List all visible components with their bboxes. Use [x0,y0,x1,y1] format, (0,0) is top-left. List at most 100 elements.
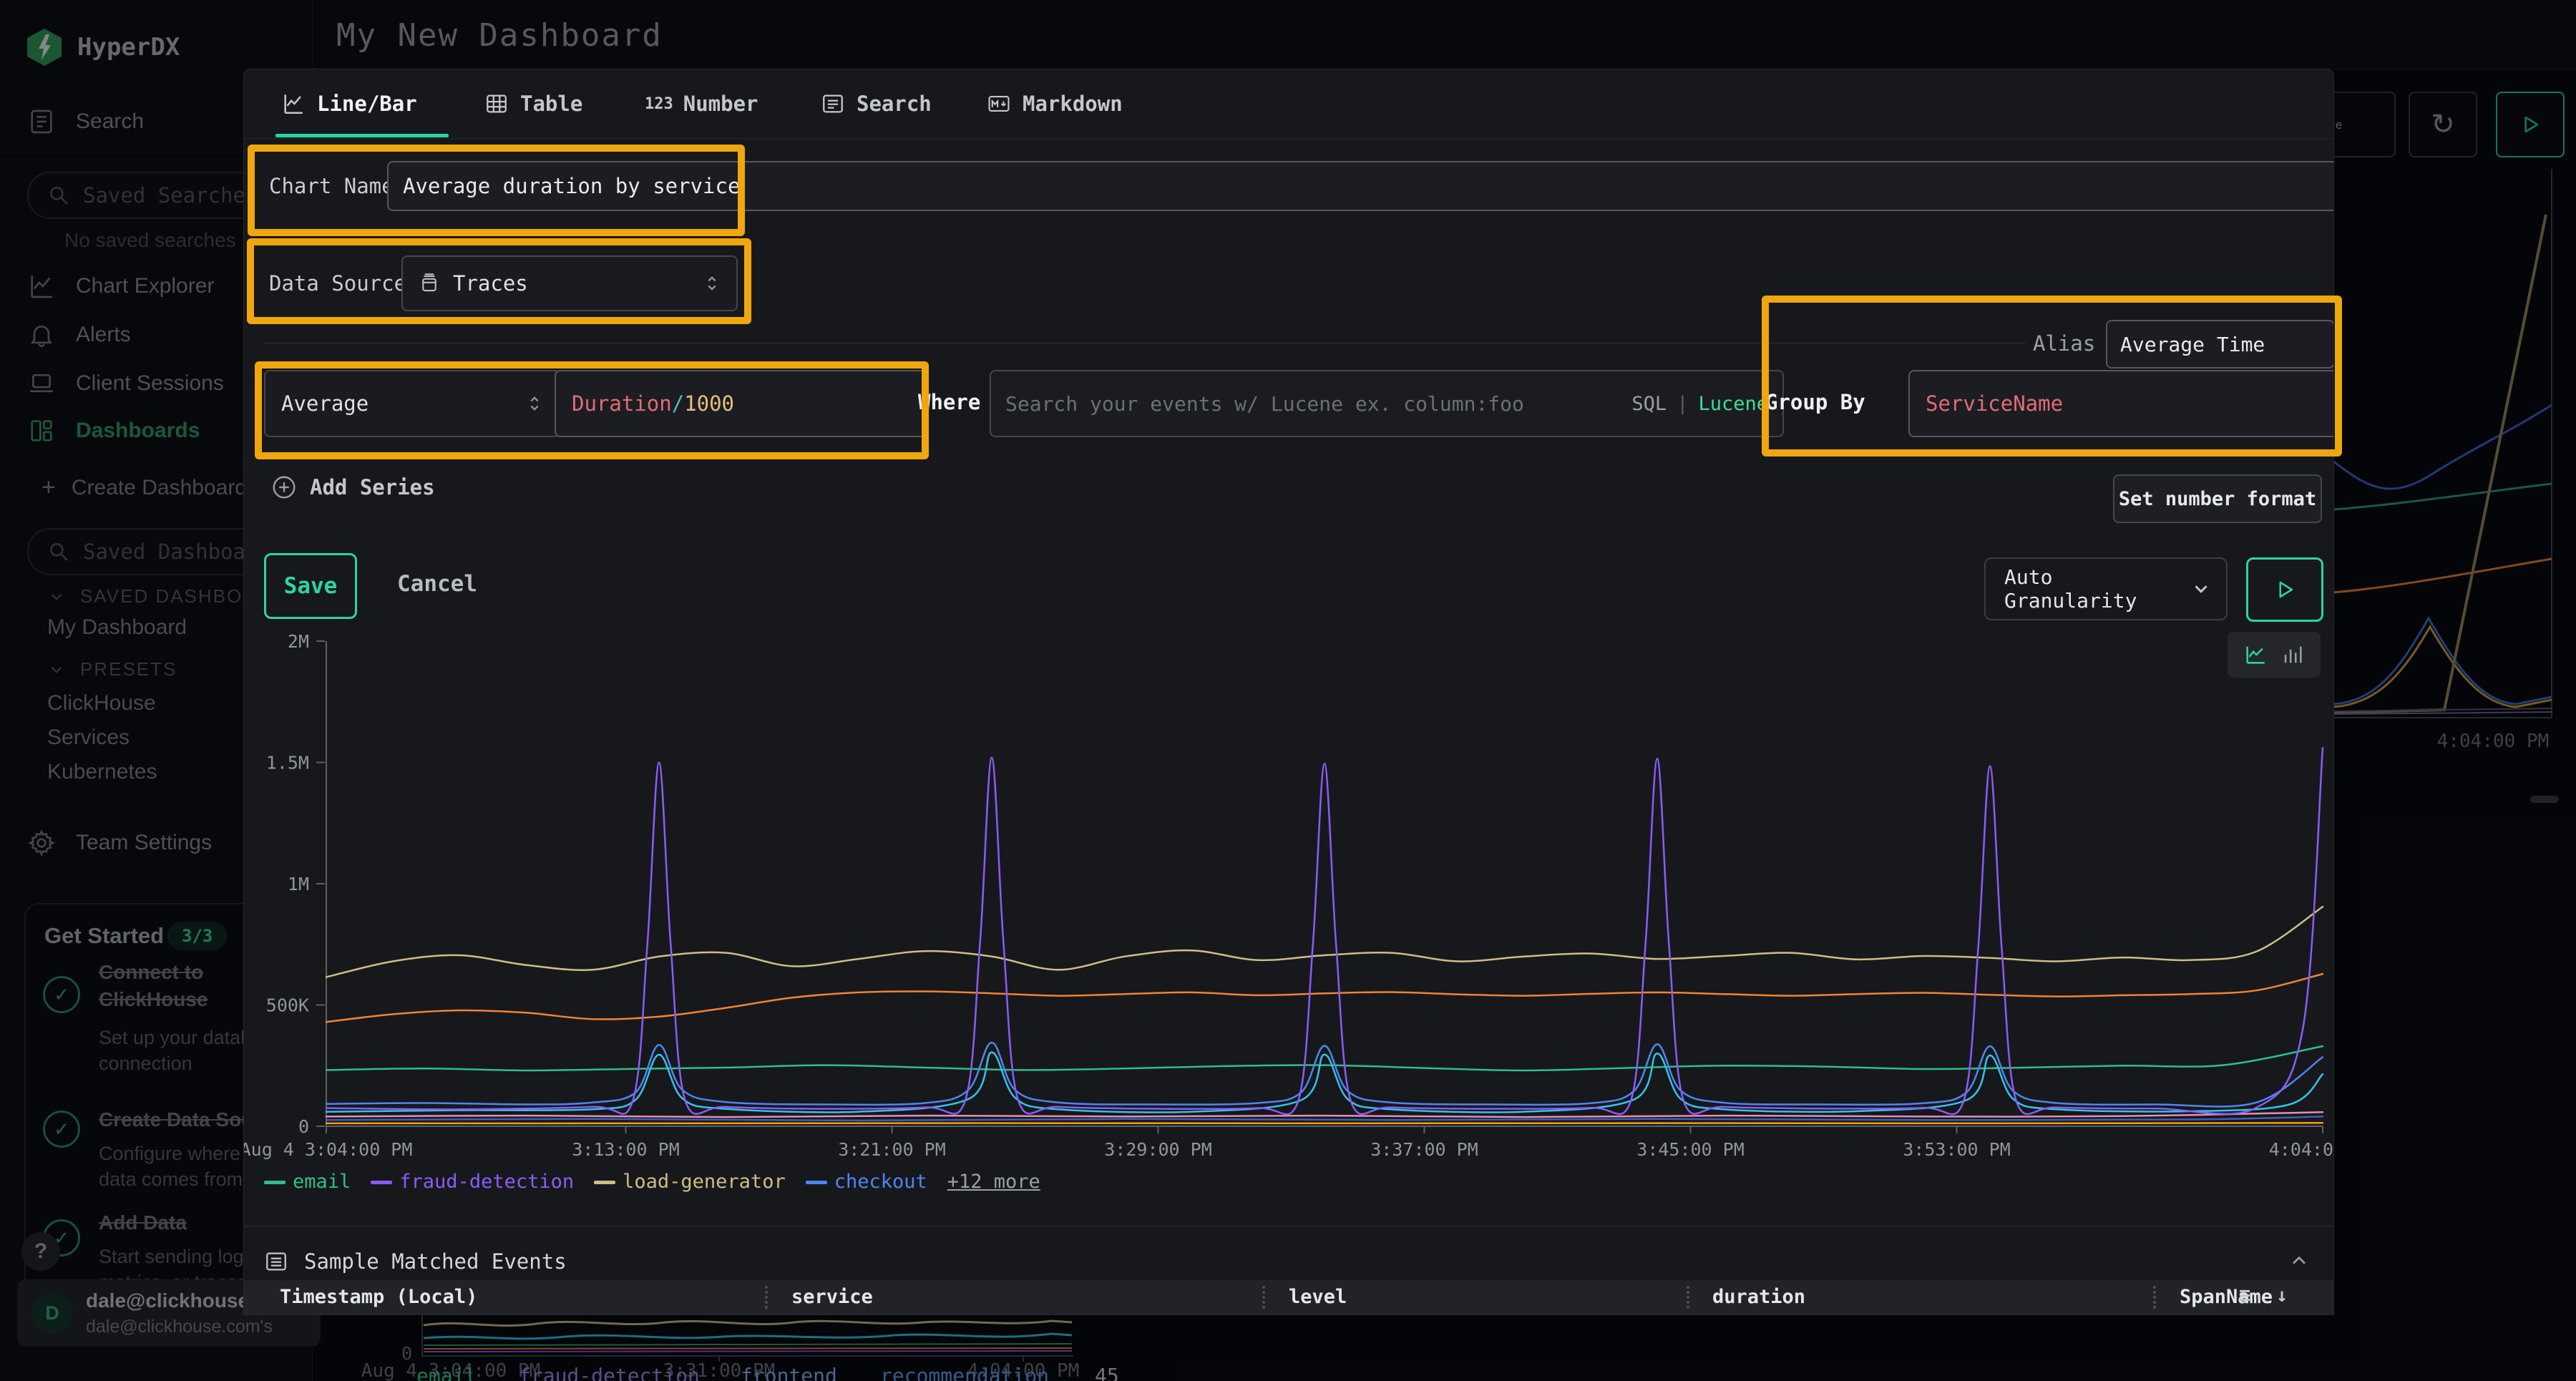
select-chevrons-icon [702,273,722,293]
events-table-header: Timestamp (Local) service level duration… [244,1280,2333,1314]
column-separator[interactable] [1262,1286,1265,1309]
sample-events-title: Sample Matched Events [304,1249,567,1274]
markdown-icon [987,92,1011,116]
column-separator[interactable] [1687,1286,1689,1309]
legend-label: load-generator [623,1171,786,1193]
set-number-format-label: Set number format [2119,488,2316,510]
run-query-button[interactable] [2246,557,2323,622]
svg-text:3:21:00 PM: 3:21:00 PM [838,1139,946,1160]
granularity-select[interactable]: Auto Granularity [1984,557,2228,620]
field-token: Duration [572,391,672,416]
chart-editor-modal: Line/Bar Table 123 Number Search Markdow… [243,69,2334,1315]
row-options-icon[interactable]: ≡ [2239,1284,2250,1307]
add-series-label: Add Series [310,475,435,499]
svg-text:0: 0 [298,1116,309,1137]
tab-search[interactable]: Search [821,69,932,138]
column-header-level[interactable]: level [1289,1286,1347,1308]
line-chart-icon [281,92,306,116]
chevron-up-icon[interactable] [2288,1250,2311,1273]
select-chevrons-icon [525,394,545,414]
legend-dash [806,1181,827,1184]
operator-token: / [672,391,684,416]
where-placeholder: Search your events w/ Lucene ex. column:… [1005,392,1524,416]
field-expression-input[interactable]: Duration/1000 [555,370,927,437]
where-label: Where [918,390,980,414]
save-button[interactable]: Save [264,553,357,619]
chart-name-value: Average duration by service [403,174,740,198]
column-header-spanname[interactable]: SpanName [2180,1286,2273,1308]
plus-circle-icon [271,474,297,500]
alias-value: Average Time [2120,333,2265,356]
column-separator[interactable] [2153,1286,2156,1309]
column-header-service[interactable]: service [791,1286,873,1308]
tab-label: Markdown [1023,92,1123,116]
set-number-format-button[interactable]: Set number format [2113,474,2322,523]
aggregation-select[interactable]: Average [264,370,560,437]
legend-item[interactable]: fraud-detection [371,1171,574,1193]
legend-label: checkout [834,1171,927,1193]
tab-label: Table [520,92,582,116]
data-source-select[interactable]: Traces [401,255,738,311]
tab-number[interactable]: 123 Number [645,69,758,138]
legend-label: email [293,1171,351,1193]
granularity-value: Auto Granularity [2004,565,2190,613]
save-label: Save [284,573,338,599]
legend-dash [594,1181,615,1184]
data-source-label: Data Source [269,271,406,296]
group-by-label: Group By [1765,390,1865,414]
svg-text:1M: 1M [288,874,309,894]
column-header-timestamp[interactable]: Timestamp (Local) [280,1286,477,1308]
tab-label: Search [857,92,932,116]
column-separator[interactable] [765,1286,768,1309]
sql-mode-toggle[interactable]: SQL [1631,393,1667,415]
aggregation-value: Average [281,391,369,416]
svg-text:3:13:00 PM: 3:13:00 PM [572,1139,680,1160]
download-icon[interactable]: ↓ [2276,1284,2288,1307]
chevron-down-icon [2190,578,2212,600]
tab-markdown[interactable]: Markdown [987,69,1123,138]
table-icon [484,92,509,116]
svg-text:1.5M: 1.5M [266,753,309,774]
number-token: 1000 [684,391,734,416]
list-icon [821,92,845,116]
legend-item[interactable]: email [264,1171,351,1193]
tab-table[interactable]: Table [484,69,582,138]
data-source-value: Traces [453,271,528,296]
add-series-button[interactable]: Add Series [271,474,435,500]
legend-more-link[interactable]: +12 more [947,1171,1040,1193]
active-tab-underline [275,134,449,137]
cancel-label: Cancel [397,571,477,597]
group-by-value: ServiceName [1926,391,2063,416]
svg-text:Aug 4 3:04:00 PM: Aug 4 3:04:00 PM [244,1139,412,1160]
play-icon [2274,579,2296,600]
svg-text:4:04:00 PM: 4:04:00 PM [2269,1139,2333,1160]
svg-text:3:37:00 PM: 3:37:00 PM [1370,1139,1478,1160]
legend-item[interactable]: load-generator [594,1171,786,1193]
tab-label: Line/Bar [317,92,417,116]
mode-separator: | [1677,393,1688,415]
chart-name-label: Chart Name [269,174,394,198]
chart-name-input[interactable]: Average duration by service [387,161,2334,211]
group-by-input[interactable]: ServiceName [1908,370,2334,437]
svg-text:2M: 2M [288,631,309,652]
column-header-duration[interactable]: duration [1712,1286,1805,1308]
lucene-mode-toggle[interactable]: Lucene [1698,393,1768,415]
cancel-button[interactable]: Cancel [391,553,484,615]
svg-text:3:45:00 PM: 3:45:00 PM [1636,1139,1745,1160]
sample-events-header: Sample Matched Events [264,1240,2311,1283]
alias-label: Alias [2033,331,2095,356]
tab-label: Number [683,92,758,116]
legend-dash [371,1181,392,1184]
table-list-icon [264,1249,288,1274]
svg-text:3:29:00 PM: 3:29:00 PM [1104,1139,1212,1160]
123-icon: 123 [645,95,673,113]
legend-dash [264,1181,286,1184]
svg-text:3:53:00 PM: 3:53:00 PM [1903,1139,2011,1160]
tab-line-bar[interactable]: Line/Bar [281,69,417,138]
database-icon [419,273,440,294]
legend-item[interactable]: checkout [806,1171,927,1193]
editor-tabs: Line/Bar Table 123 Number Search Markdow… [244,69,2333,139]
alias-input[interactable]: Average Time [2106,320,2334,369]
where-search-input[interactable]: Search your events w/ Lucene ex. column:… [990,370,1784,437]
text-caret [741,172,743,200]
